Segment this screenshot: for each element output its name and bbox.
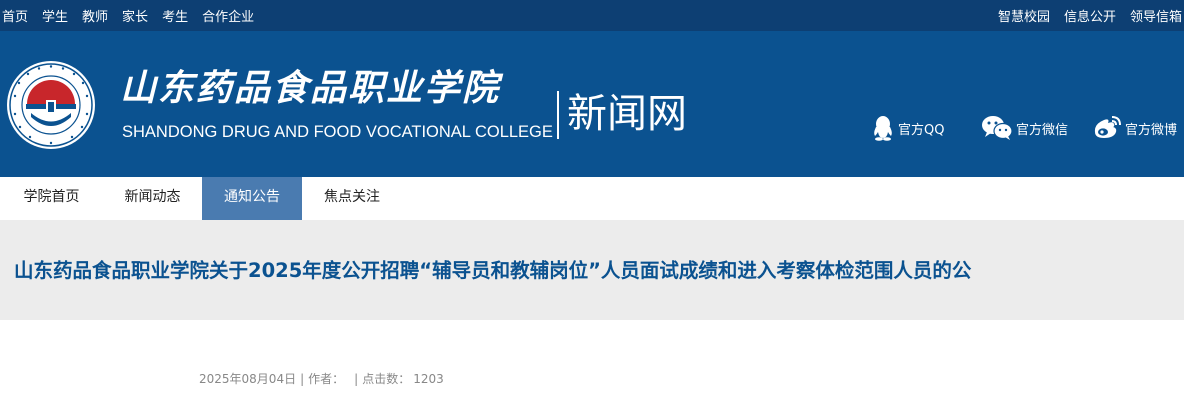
site-name[interactable]: 新闻网 <box>567 87 687 141</box>
nav-item-notices[interactable]: 通知公告 <box>202 177 302 220</box>
social-qq-label: 官方QQ <box>898 122 945 138</box>
nav-item-news[interactable]: 新闻动态 <box>103 177 202 220</box>
article-author-label: 作者： <box>308 372 345 386</box>
social-weibo[interactable]: 官方微博 <box>1092 111 1177 145</box>
nav-item-focus[interactable]: 焦点关注 <box>302 177 402 220</box>
topbar-link-info-disclosure[interactable]: 信息公开 <box>1064 6 1116 25</box>
main-nav: 学院首页 新闻动态 通知公告 焦点关注 <box>0 177 1184 220</box>
topbar-link-leader-mailbox[interactable]: 领导信箱 <box>1130 6 1182 25</box>
topbar-link-applicants[interactable]: 考生 <box>162 6 188 25</box>
topbar-link-students[interactable]: 学生 <box>42 6 68 25</box>
article-date: 2025年08月04日 <box>199 372 297 386</box>
header-divider <box>557 91 559 139</box>
nav-item-college-home[interactable]: 学院首页 <box>0 177 103 220</box>
school-logo[interactable] <box>6 60 96 150</box>
topbar-link-home[interactable]: 首页 <box>2 6 28 25</box>
article-hits-label: 点击数： <box>362 372 411 386</box>
topbar-link-teachers[interactable]: 教师 <box>82 6 108 25</box>
wechat-icon <box>982 116 1013 140</box>
school-name-english: SHANDONG DRUG AND FOOD VOCATIONAL COLLEG… <box>122 123 553 141</box>
topbar-link-partners[interactable]: 合作企业 <box>202 6 254 25</box>
article-hits: 1203 <box>413 372 444 386</box>
topbar-audience-links: 首页 学生 教师 家长 考生 合作企业 <box>2 0 268 31</box>
social-wechat-label: 官方微信 <box>1016 122 1069 138</box>
article-title: 山东药品食品职业学院关于2025年度公开招聘“辅导员和教辅岗位”人员面试成绩和进… <box>14 259 972 282</box>
social-qq[interactable]: 官方QQ <box>871 111 944 145</box>
school-name-chinese[interactable]: 山东药品食品职业学院 <box>120 65 552 111</box>
article-title-band: 山东药品食品职业学院关于2025年度公开招聘“辅导员和教辅岗位”人员面试成绩和进… <box>0 220 1184 320</box>
topbar-link-parents[interactable]: 家长 <box>122 6 148 25</box>
article-meta: 2025年08月04日 | 作者： | 点击数： 1203 <box>199 372 444 386</box>
weibo-icon <box>1094 116 1121 138</box>
topbar-link-smart-campus[interactable]: 智慧校园 <box>998 6 1050 25</box>
topbar-service-links: 智慧校园 信息公开 领导信箱 <box>984 0 1182 31</box>
social-weibo-label: 官方微博 <box>1125 122 1178 138</box>
top-utility-bar: 首页 学生 教师 家长 考生 合作企业 智慧校园 信息公开 领导信箱 <box>0 0 1184 31</box>
qq-penguin-icon <box>874 116 892 141</box>
site-header: 山东药品食品职业学院 SHANDONG DRUG AND FOOD VOCATI… <box>0 31 1184 177</box>
social-wechat[interactable]: 官方微信 <box>981 111 1068 145</box>
